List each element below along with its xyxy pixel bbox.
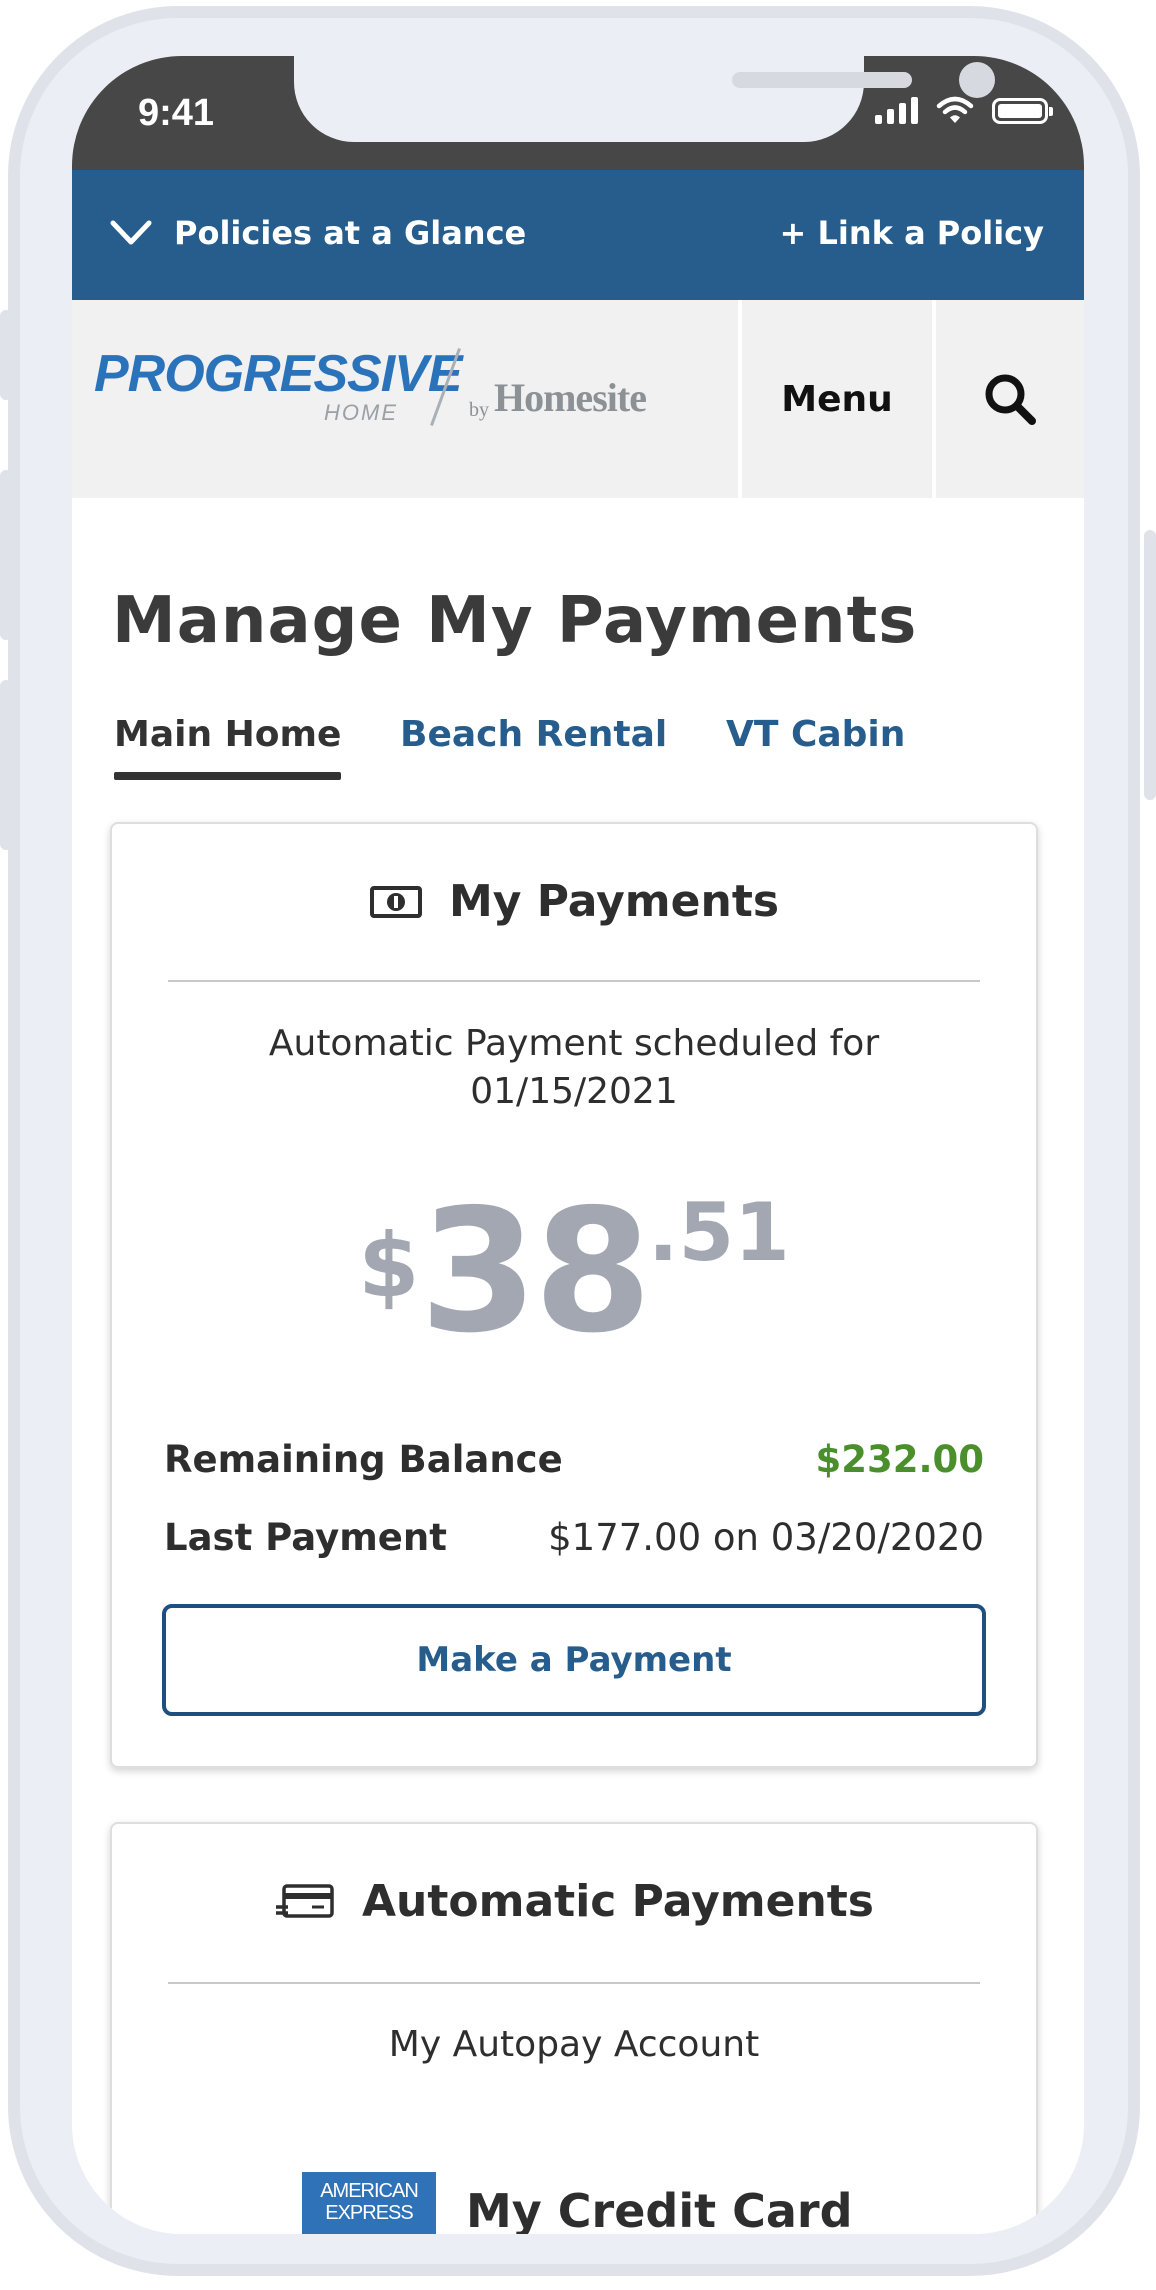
payment-amount: $38.51 (112, 1186, 1036, 1357)
remaining-balance-row: Remaining Balance $232.00 (164, 1438, 984, 1481)
speaker-grille (732, 72, 912, 88)
status-icons (875, 96, 1053, 124)
tab-main-home[interactable]: Main Home (114, 714, 342, 780)
menu-button[interactable]: Menu (738, 300, 936, 498)
amount-currency: $ (358, 1214, 420, 1317)
policies-at-a-glance-toggle[interactable]: Policies at a Glance (110, 214, 526, 252)
cash-icon (369, 885, 422, 918)
autopay-account-label: My Autopay Account (388, 2024, 760, 2065)
front-camera (959, 62, 995, 98)
last-payment-label: Last Payment (164, 1516, 447, 1559)
phone-screen: 9:41 Policies at a Glance + Link a Polic… (72, 56, 1084, 2234)
wifi-icon (936, 96, 974, 123)
automatic-payments-card: Automatic Payments My Autopay Account AM… (110, 1822, 1038, 2234)
status-time: 9:41 (138, 92, 215, 134)
tab-vt-cabin[interactable]: VT Cabin (726, 714, 905, 755)
scheduled-payment-text: Automatic Payment scheduled for 01/15/20… (112, 1020, 1036, 1116)
battery-icon (992, 98, 1053, 124)
search-icon (985, 374, 1036, 425)
mute-switch (0, 310, 12, 400)
credit-card-row[interactable]: AMERICAN EXPRESS My Credit Card (302, 2172, 853, 2234)
amount-dollars: 38 (419, 1173, 652, 1371)
link-a-policy-link[interactable]: + Link a Policy (780, 214, 1044, 252)
automatic-payments-heading: Automatic Payments (112, 1876, 1036, 1927)
logo-by-text: by (469, 399, 489, 421)
my-payments-heading: My Payments (112, 876, 1036, 927)
automatic-payments-title: Automatic Payments (361, 1876, 874, 1927)
scheduled-date: 01/15/2021 (470, 1071, 678, 1112)
remaining-balance-value: $232.00 (815, 1438, 984, 1481)
scheduled-line-1: Automatic Payment scheduled for (268, 1023, 880, 1064)
last-payment-value: $177.00 on 03/20/2020 (548, 1516, 984, 1559)
card-divider (168, 980, 980, 982)
logo-progressive-text: PROGRESSIVE (94, 345, 463, 403)
my-payments-title: My Payments (448, 876, 780, 927)
notch (294, 56, 995, 142)
logo-homesite-text: Homesite (494, 375, 647, 420)
volume-up-button (0, 470, 12, 640)
my-payments-card: My Payments Automatic Payment scheduled … (110, 822, 1038, 1768)
power-button (1144, 530, 1156, 800)
volume-down-button (0, 680, 12, 850)
signal-icon (875, 96, 918, 124)
credit-card-label: My Credit Card (466, 2184, 853, 2234)
search-button[interactable] (936, 300, 1084, 498)
page-title: Manage My Payments (112, 584, 918, 658)
policies-at-a-glance-label: Policies at a Glance (174, 214, 527, 252)
autopay-card-icon (275, 1883, 334, 1918)
site-header: PROGRESSIVE HOME by Homesite Menu (72, 300, 1084, 498)
amount-cents: .51 (648, 1186, 790, 1279)
status-bar: 9:41 (72, 56, 1084, 170)
progressive-homesite-logo[interactable]: PROGRESSIVE HOME by Homesite (94, 344, 654, 454)
remaining-balance-label: Remaining Balance (164, 1438, 563, 1481)
logo-home-text: HOME (324, 400, 398, 425)
make-a-payment-button[interactable]: Make a Payment (162, 1604, 986, 1716)
american-express-logo: AMERICAN EXPRESS (302, 2172, 436, 2234)
card-divider (168, 1982, 980, 1984)
last-payment-row: Last Payment $177.00 on 03/20/2020 (164, 1516, 984, 1559)
policy-bar: Policies at a Glance + Link a Policy (72, 170, 1084, 300)
chevron-down-icon (110, 220, 152, 245)
menu-label: Menu (781, 378, 893, 420)
tab-beach-rental[interactable]: Beach Rental (400, 714, 667, 755)
